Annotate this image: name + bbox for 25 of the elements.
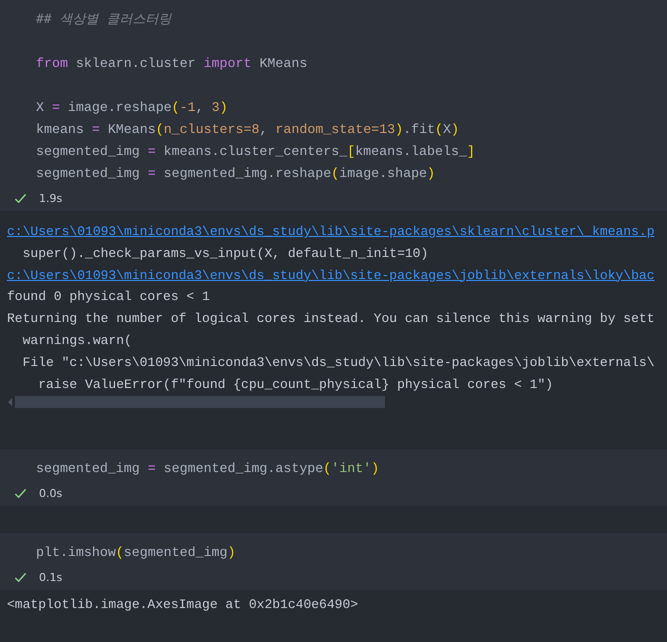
scrollbar-thumb[interactable]	[15, 396, 385, 408]
output-text: found 0 physical cores < 1	[7, 289, 210, 304]
run-duration: 0.1s	[39, 570, 62, 584]
code-line: kmeans = KMeans(n_clusters=8, random_state=13).fit(X)	[36, 122, 459, 137]
file-link[interactable]: c:\Users\01093\miniconda3\envs\ds_study\lib\site-packages\joblib\externals\loky\bac	[7, 268, 655, 283]
code-line: plt.imshow(segmented_img)	[36, 545, 236, 560]
code-line: from sklearn.cluster import KMeans	[36, 56, 308, 71]
code-line: X = image.reshape(-1, 3)	[36, 100, 228, 115]
run-duration: 1.9s	[39, 192, 62, 204]
code-cell[interactable]: plt.imshow(segmented_img) 0.1s	[0, 533, 667, 590]
output-text: super()._check_params_vs_input(X, default_n_init=10)	[22, 246, 428, 261]
output-text: raise ValueError(f"found {cpu_count_physical} physical cores < 1")	[37, 376, 554, 392]
code-comment: ## 색상별 클러스터링	[36, 12, 172, 27]
code-cell[interactable]	[0, 0, 667, 211]
output-text: warnings.warn(	[22, 332, 132, 348]
output-text: File "c:\Users\01093\miniconda3\envs\ds_study\lib\site-packages\joblib\externals\	[22, 354, 655, 370]
code-line: segmented_img = segmented_img.astype('int')	[36, 461, 380, 476]
output-text: <matplotlib.image.AxesImage at 0x2b1c40e6490>	[7, 597, 358, 612]
code-line: segmented_img = segmented_img.reshape(image.shape)	[36, 166, 436, 181]
run-duration: 0.0s	[39, 486, 62, 500]
code-cell[interactable]: segmented_img = segmented_img.astype('int') 0.0s	[0, 449, 667, 506]
code-line: segmented_img = kmeans.cluster_centers_[kmeans.labels_]	[36, 144, 475, 159]
output-text: Returning the number of logical cores instead. You can silence this warning by sett	[7, 311, 655, 326]
file-link[interactable]: c:\Users\01093\miniconda3\envs\ds_study\lib\site-packages\sklearn\cluster\_kmeans.p	[7, 224, 655, 239]
scroll-left-icon[interactable]	[7, 398, 13, 406]
